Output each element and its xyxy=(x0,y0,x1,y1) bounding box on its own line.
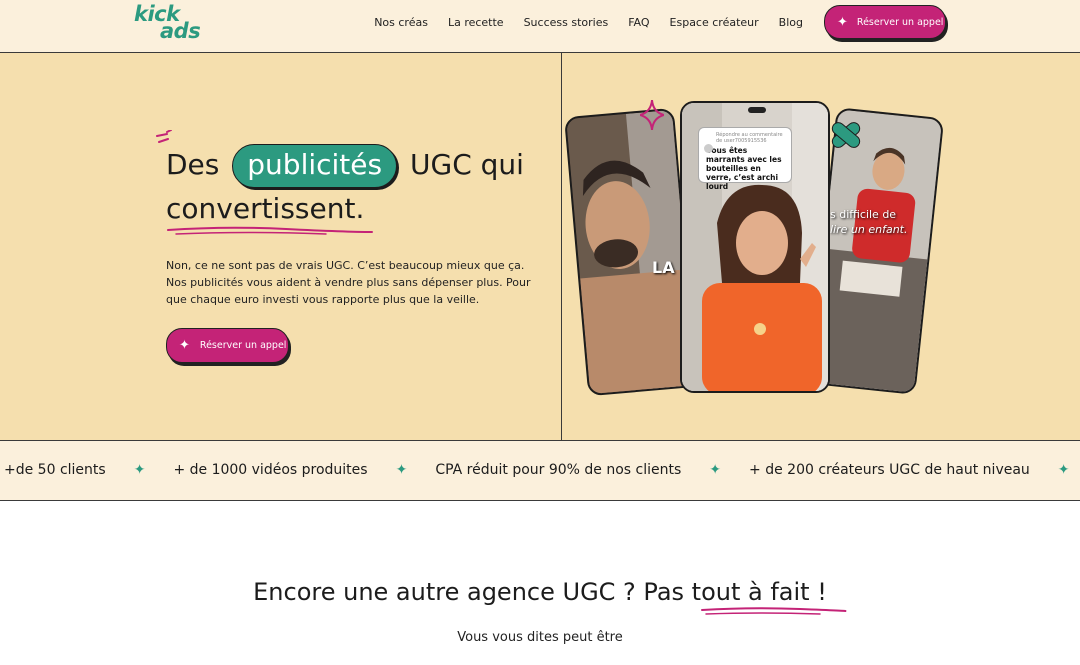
sparkle-icon: ✦ xyxy=(837,14,848,30)
hero-description: Non, ce ne sont pas de vrais UGC. C’est … xyxy=(166,257,536,308)
book-call-label: Réserver un appel xyxy=(856,16,944,28)
ticker-item-videos: + de 1000 vidéos produites xyxy=(173,462,368,478)
ticker-separator-icon: ✦ xyxy=(1057,462,1070,478)
nav-link-la-recette[interactable]: La recette xyxy=(448,16,504,29)
bandage-sticker-icon xyxy=(831,122,861,148)
nav-link-nos-creas[interactable]: Nos créas xyxy=(374,16,428,29)
section-title-pre: Encore une autre agence UGC ? Pas xyxy=(253,578,685,606)
section-title-underlined: tout à fait xyxy=(691,578,810,606)
nav-link-blog[interactable]: Blog xyxy=(779,16,803,29)
ticker-separator-icon: ✦ xyxy=(709,462,722,478)
logo-line-2: ads xyxy=(160,19,201,43)
hero-description-line-1: Non, ce ne sont pas de vrais UGC. C’est … xyxy=(166,259,525,272)
hero-title-highlight: publicités xyxy=(232,144,398,188)
hero-title-underline xyxy=(167,226,373,235)
video-caption-right-line-1: s difficile de xyxy=(830,208,897,221)
section-title-post: ! xyxy=(817,578,827,606)
book-call-button-nav[interactable]: ✦ Réserver un appel xyxy=(824,5,946,39)
nav-link-espace-createur[interactable]: Espace créateur xyxy=(670,16,759,29)
hero-title-line-2: convertissent. xyxy=(166,192,365,225)
nav-links: Nos créas La recette Success stories FAQ… xyxy=(374,16,803,29)
book-call-hero-label: Réserver un appel xyxy=(199,340,287,351)
video-caption-left: LA xyxy=(652,258,675,277)
book-call-button-hero[interactable]: ✦ Réserver un appel xyxy=(166,328,289,363)
hero-title-pre: Des xyxy=(166,148,220,181)
ticker-item-cpa: CPA réduit pour 90% de nos clients xyxy=(435,462,682,478)
hero-description-line-3: que chaque euro investi vous rapporte pl… xyxy=(166,293,480,306)
nav-link-faq[interactable]: FAQ xyxy=(628,16,649,29)
comment-reply-text: Vous êtes marrants avec les bouteilles e… xyxy=(706,146,782,191)
kickads-logo[interactable]: kick ads xyxy=(134,4,208,44)
video-caption-right-line-2: lire un enfant. xyxy=(830,223,908,236)
section-title-underline xyxy=(701,607,847,615)
hero-title-post: UGC qui xyxy=(410,148,524,181)
video-caption-right: s difficile de lire un enfant. xyxy=(830,207,907,237)
ticker-separator-icon: ✦ xyxy=(133,462,146,478)
commenter-avatar xyxy=(704,144,713,153)
comment-reply-header: Répondre au commentaire de user700591553… xyxy=(716,132,783,144)
sparkle-icon: ✦ xyxy=(179,338,190,353)
ticker-item-clients: +de 50 clients xyxy=(4,462,106,478)
top-navbar: kick ads Nos créas La recette Success st… xyxy=(0,0,1080,53)
pink-sparkle-icon xyxy=(640,100,664,130)
section-title: Encore une autre agence UGC ? Pas tout à… xyxy=(0,578,1080,606)
comment-reply-bubble: Répondre au commentaire de user700591553… xyxy=(698,127,792,191)
hero-divider xyxy=(561,53,562,440)
section-subtitle: Vous vous dites peut être xyxy=(457,630,623,645)
hero-title-line-1: Des publicités UGC qui xyxy=(166,144,524,188)
nav-link-success-stories[interactable]: Success stories xyxy=(524,16,609,29)
ticker-item-creators: + de 200 créateurs UGC de haut niveau xyxy=(749,462,1030,478)
ticker-row: +de 50 clients ✦ + de 1000 vidéos produi… xyxy=(4,462,1080,478)
stats-ticker: +de 50 clients ✦ + de 1000 vidéos produi… xyxy=(0,441,1080,501)
hero-description-line-2: Nos publicités vous aident à vendre plus… xyxy=(166,276,531,289)
ticker-separator-icon: ✦ xyxy=(395,462,408,478)
